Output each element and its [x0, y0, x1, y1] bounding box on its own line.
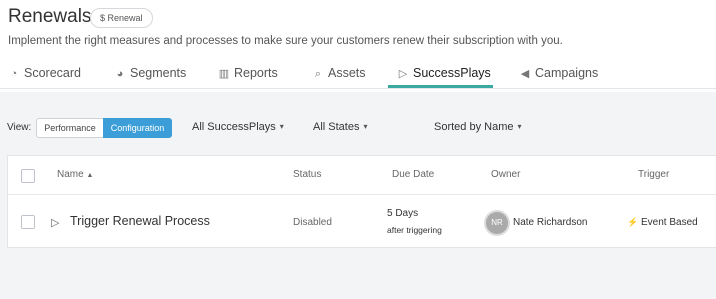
play-icon: ▷ [398, 68, 408, 80]
lightning-icon: ⚡ [627, 217, 639, 227]
column-header-due-date[interactable]: Due Date [392, 169, 434, 180]
due-date-days: 5 Days [387, 208, 419, 219]
column-header-trigger[interactable]: Trigger [638, 169, 669, 180]
tab-label: Segments [130, 66, 187, 80]
scorecard-icon: ◔ [10, 68, 18, 80]
paperclip-icon: ⌕ [314, 68, 322, 80]
bar-chart-icon: ▥ [218, 68, 230, 80]
tab-label: SuccessPlays [413, 66, 491, 80]
header-divider [0, 88, 716, 89]
dropdown-label: All States [313, 121, 360, 133]
select-all-checkbox[interactable] [21, 169, 35, 183]
successplay-name[interactable]: Trigger Renewal Process [70, 214, 210, 228]
play-icon[interactable]: ▷ [51, 216, 59, 229]
column-header-owner[interactable]: Owner [491, 169, 520, 180]
segments-icon: ◕ [116, 68, 124, 80]
table-header-divider [8, 194, 716, 195]
successplays-filter-dropdown[interactable]: All SuccessPlays ▾ [192, 121, 284, 133]
column-header-status[interactable]: Status [293, 169, 321, 180]
column-label: Name [57, 169, 84, 180]
states-filter-dropdown[interactable]: All States ▾ [313, 121, 367, 133]
tab-label: Campaigns [535, 66, 599, 80]
chevron-down-icon: ▾ [363, 122, 368, 131]
tab-scorecard[interactable]: ◔ Scorecard [8, 66, 81, 90]
row-checkbox[interactable] [21, 215, 35, 229]
avatar: NR [486, 212, 508, 234]
tab-campaigns[interactable]: ◀ Campaigns [519, 66, 598, 90]
megaphone-icon: ◀ [520, 68, 530, 80]
trigger-cell: ⚡ Event Based [627, 217, 698, 228]
chevron-down-icon: ▾ [279, 122, 284, 131]
status-text: Disabled [293, 217, 332, 228]
tab-assets[interactable]: ⌕ Assets [312, 66, 366, 90]
view-performance-button[interactable]: Performance [36, 118, 104, 138]
tab-segments[interactable]: ◕ Segments [114, 66, 187, 90]
tab-label: Scorecard [24, 66, 81, 80]
column-header-name[interactable]: Name ▲ [57, 169, 93, 180]
successplays-table: Name ▲ Status Due Date Owner Trigger ▷ T… [7, 155, 716, 248]
page-header: Renewals $ Renewal Implement the right m… [0, 0, 716, 92]
page-subtitle: Implement the right measures and process… [8, 35, 563, 47]
sort-ascending-icon: ▲ [86, 172, 94, 179]
tab-label: Reports [234, 66, 278, 80]
dropdown-label: All SuccessPlays [192, 121, 276, 133]
chevron-down-icon: ▾ [517, 122, 522, 131]
view-configuration-button[interactable]: Configuration [103, 118, 172, 138]
tab-reports[interactable]: ▥ Reports [218, 66, 278, 90]
owner-name: Nate Richardson [513, 217, 588, 228]
dropdown-label: Sorted by Name [434, 121, 514, 133]
trigger-text: Event Based [641, 217, 698, 228]
renewal-badge[interactable]: $ Renewal [90, 8, 153, 28]
tab-label: Assets [328, 66, 366, 80]
page-title: Renewals [8, 6, 92, 27]
due-date-qualifier: after triggering [387, 225, 442, 235]
sort-dropdown[interactable]: Sorted by Name ▾ [434, 121, 522, 133]
view-label: View: [7, 122, 32, 133]
